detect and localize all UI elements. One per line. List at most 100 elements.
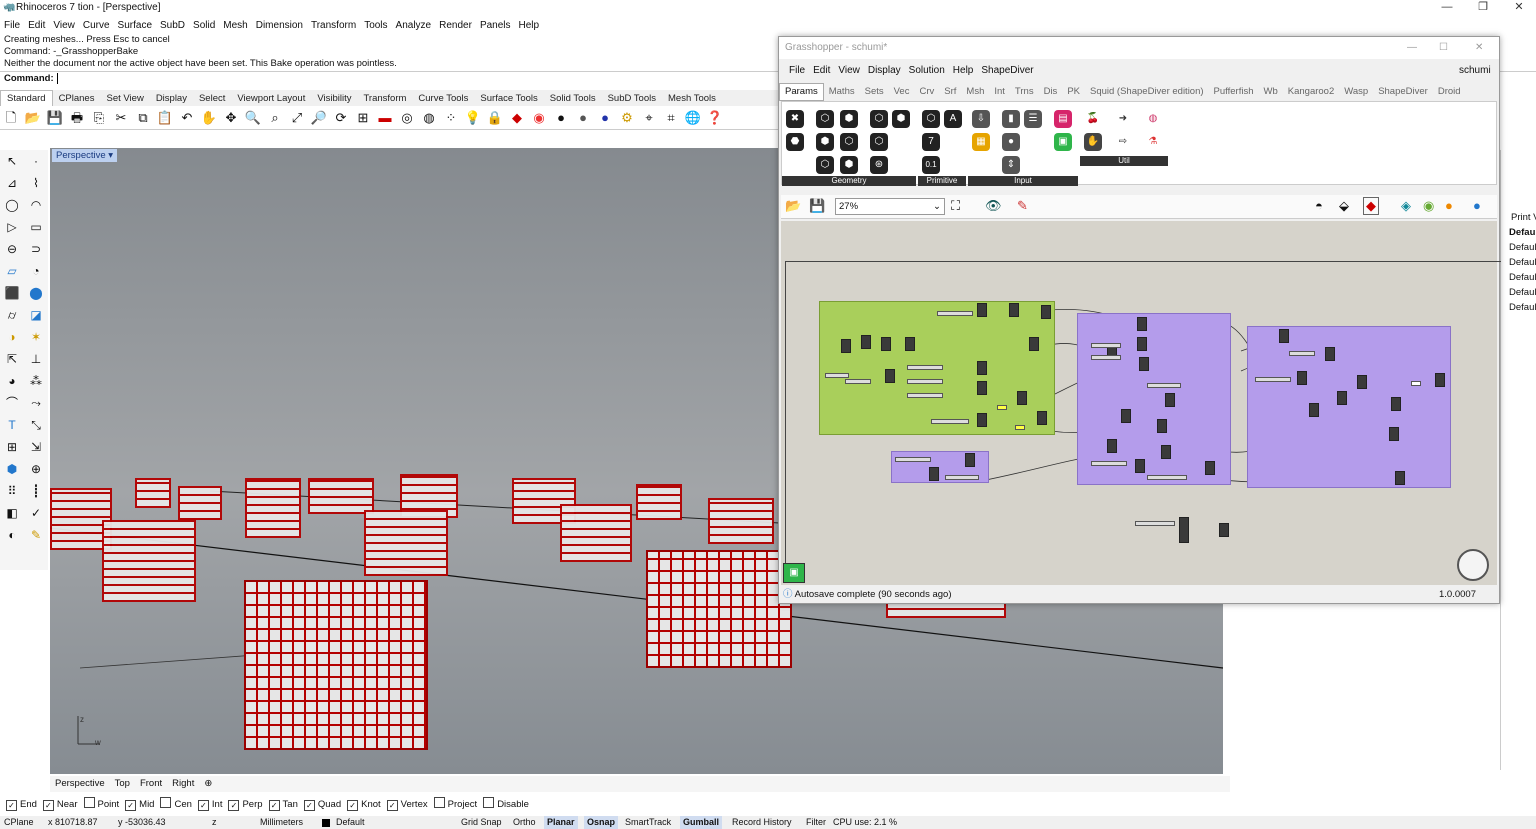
status-units[interactable]: Millimeters	[260, 816, 303, 829]
fillet-icon[interactable]: ⌒	[2, 393, 22, 413]
building-mesh[interactable]	[178, 486, 222, 520]
menu-help[interactable]: Help	[515, 17, 544, 34]
move-icon[interactable]: ⇱	[2, 349, 22, 369]
galapagos-icon[interactable]: ◍	[1144, 110, 1162, 128]
solid-tools-icon[interactable]: ⬢	[2, 459, 22, 479]
paste-icon[interactable]: 📋	[155, 108, 175, 128]
scale-icon[interactable]: ⤡	[26, 415, 46, 435]
gh-component[interactable]	[929, 467, 939, 481]
geometry-icon[interactable]: ✖	[786, 110, 804, 128]
text-param-icon[interactable]: A	[944, 110, 962, 128]
loft-icon[interactable]: ◔	[26, 261, 46, 281]
gh-component[interactable]	[965, 453, 975, 467]
box-param-icon[interactable]: ⬢	[840, 156, 858, 174]
osnap-end-checkbox[interactable]: End	[6, 796, 37, 813]
gh-component[interactable]	[1029, 337, 1039, 351]
slider-icon[interactable]: ⇕	[1002, 156, 1020, 174]
cplane-icon[interactable]: ◍	[419, 108, 439, 128]
tab-perspective[interactable]: Perspective	[50, 778, 110, 789]
tab-solid-tools[interactable]: Solid Tools	[544, 91, 602, 107]
menu-surface[interactable]: Surface	[114, 17, 156, 34]
number-slider[interactable]	[907, 365, 943, 370]
print-icon[interactable]: 🖶	[67, 108, 87, 128]
layer-icon[interactable]: ◆	[507, 108, 527, 128]
maximize-button[interactable]: ❐	[1468, 0, 1498, 15]
tab-cplanes[interactable]: CPlanes	[53, 91, 101, 107]
gh-component[interactable]	[1107, 439, 1117, 453]
rendered-sphere-icon[interactable]: ●	[573, 108, 593, 128]
component-group-purple[interactable]	[1247, 326, 1451, 488]
gh-component[interactable]	[1219, 523, 1229, 537]
gh-tab-vec[interactable]: Vec	[889, 84, 915, 100]
data-dam-arrow-icon[interactable]: ➜	[1114, 110, 1132, 128]
status-osnap[interactable]: Osnap	[584, 816, 619, 829]
wireframe-icon[interactable]: ⬙	[1339, 198, 1349, 214]
menu-tools[interactable]: Tools	[360, 17, 391, 34]
number-slider[interactable]	[1091, 355, 1121, 360]
gh-tab-squid-shapediver-edition-[interactable]: Squid (ShapeDiver edition)	[1085, 84, 1209, 100]
circle-icon[interactable]: ◯	[2, 195, 22, 215]
hatch-icon[interactable]: ◕	[2, 371, 22, 391]
curve-param-icon[interactable]: ⬡	[870, 110, 888, 128]
tab-select[interactable]: Select	[193, 91, 231, 107]
panel-icon[interactable]: ▣	[1054, 133, 1072, 151]
material-icon[interactable]: ◈	[1401, 198, 1411, 214]
gh-menu-view[interactable]: View	[834, 63, 864, 79]
car-icon[interactable]: ▬	[375, 108, 395, 128]
panel[interactable]	[1411, 381, 1421, 386]
osnap-project-checkbox[interactable]: Project	[434, 796, 478, 813]
gh-component[interactable]	[1389, 427, 1399, 441]
gh-component[interactable]	[1395, 471, 1405, 485]
named-view-icon[interactable]: ◎	[397, 108, 417, 128]
gh-component[interactable]	[881, 337, 891, 351]
gh-plugin-icon[interactable]: ▣	[783, 563, 805, 583]
menu-curve[interactable]: Curve	[79, 17, 114, 34]
building-mesh[interactable]	[364, 510, 448, 576]
cut-icon[interactable]: ✂	[111, 108, 131, 128]
text-icon[interactable]: T	[2, 415, 22, 435]
brep-param-icon[interactable]: ⬣	[786, 133, 804, 151]
help-icon[interactable]: ❓	[705, 108, 725, 128]
navigation-compass-icon[interactable]	[1457, 549, 1489, 581]
surface-icon[interactable]: ▱	[2, 261, 22, 281]
button-icon[interactable]: ●	[1002, 133, 1020, 151]
gh-maximize-button[interactable]: ☐	[1439, 37, 1448, 59]
add-viewport-icon[interactable]: ⊕	[199, 778, 217, 789]
preview-mode-icon[interactable]: ◓	[1315, 198, 1323, 213]
rotate-view-icon[interactable]: ⟳	[331, 108, 351, 128]
gh-tab-maths[interactable]: Maths	[824, 84, 860, 100]
offset-icon[interactable]: ⤳	[26, 393, 46, 413]
menu-view[interactable]: View	[49, 17, 79, 34]
graph-mapper-icon[interactable]: ▦	[972, 133, 990, 151]
tab-viewport-layout[interactable]: Viewport Layout	[231, 91, 311, 107]
gh-menu-help[interactable]: Help	[949, 63, 978, 79]
gh-component[interactable]	[1205, 461, 1215, 475]
gh-menu-solution[interactable]: Solution	[905, 63, 949, 79]
status-filter[interactable]: Filter	[806, 816, 826, 829]
gh-tab-pk[interactable]: PK	[1062, 84, 1085, 100]
osnap-quad-checkbox[interactable]: Quad	[304, 796, 341, 813]
lock-icon[interactable]: 🔒	[485, 108, 505, 128]
menu-dimension[interactable]: Dimension	[252, 17, 307, 34]
osnap-perp-checkbox[interactable]: Perp	[228, 796, 262, 813]
tab-subd-tools[interactable]: SubD Tools	[602, 91, 662, 107]
rectangle-icon[interactable]: ▭	[26, 217, 46, 237]
menu-mesh[interactable]: Mesh	[219, 17, 251, 34]
check-icon[interactable]: ✓	[26, 503, 46, 523]
boolean-param-icon[interactable]: ⬡	[922, 110, 940, 128]
open-file-icon[interactable]: 📂	[785, 198, 801, 214]
globe-icon[interactable]: 🌐	[683, 108, 703, 128]
gh-component[interactable]	[1137, 337, 1147, 351]
analysis-icon[interactable]: ⌗	[661, 108, 681, 128]
gh-component[interactable]	[1165, 393, 1175, 407]
osnap-near-checkbox[interactable]: Near	[43, 796, 78, 813]
box-icon[interactable]: ⬛	[2, 283, 22, 303]
gh-component[interactable]	[1139, 357, 1149, 371]
tab-top[interactable]: Top	[110, 778, 135, 789]
gh-component[interactable]	[977, 361, 987, 375]
gh-component[interactable]	[1009, 303, 1019, 317]
layer-row[interactable]: Defaul	[1501, 240, 1536, 255]
building-mesh[interactable]	[308, 478, 374, 514]
gh-component[interactable]	[1391, 397, 1401, 411]
number-slider[interactable]	[907, 393, 943, 398]
